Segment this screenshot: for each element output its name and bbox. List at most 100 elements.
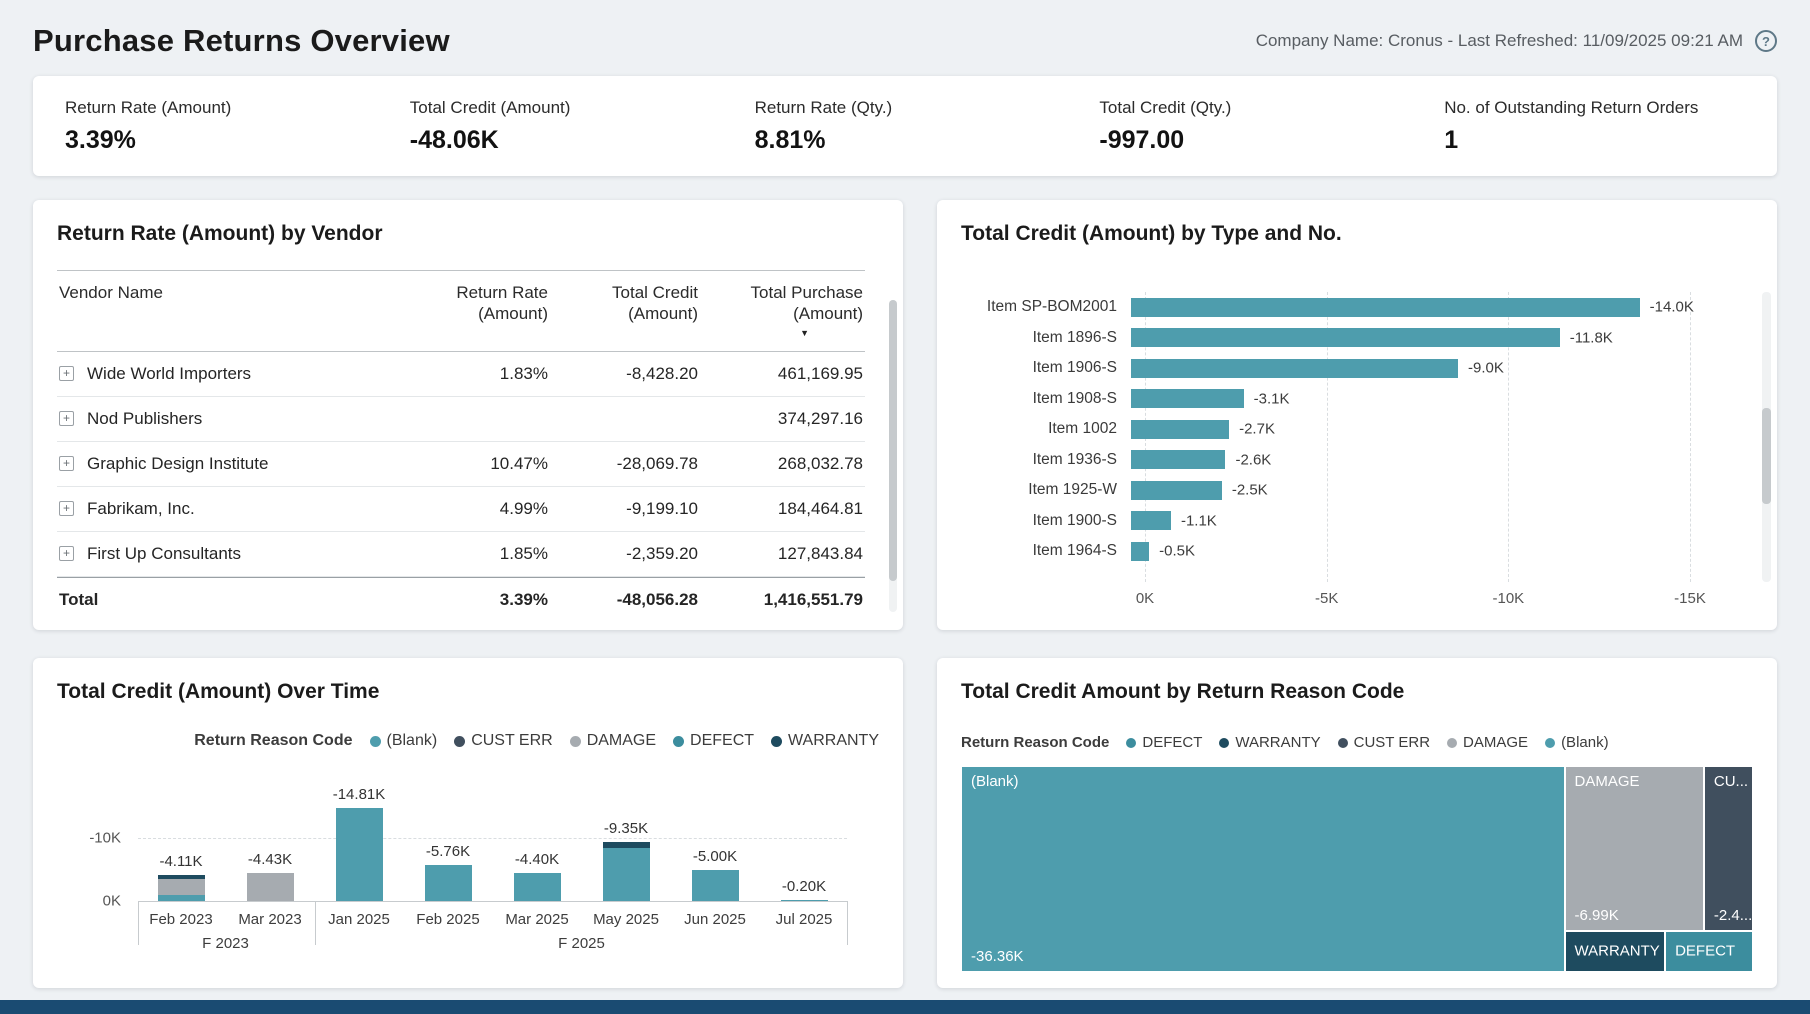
legend-label: DAMAGE xyxy=(1463,734,1528,751)
credit-over-time-card: Total Credit (Amount) Over Time Return R… xyxy=(33,658,903,988)
bar-row-item-1002: Item 1002-2.7K xyxy=(961,414,1747,445)
value-cell: 4.99% xyxy=(415,487,550,532)
table-row-graphic-design-institute[interactable]: +Graphic Design Institute10.47%-28,069.7… xyxy=(57,442,865,487)
column-segment-jul-2025-blank[interactable] xyxy=(781,900,828,901)
kpi-tile-total-credit-qty[interactable]: Total Credit (Qty.)-997.00 xyxy=(1077,98,1422,155)
column-segment-feb-2023-blank[interactable] xyxy=(158,895,205,901)
table-total-row: Total3.39%-48,056.281,416,551.79 xyxy=(57,577,865,622)
credit-by-item-scrollbar[interactable] xyxy=(1762,292,1771,582)
column-segment-may-2025-warranty[interactable] xyxy=(603,842,650,848)
company-refresh-meta: Company Name: Cronus - Last Refreshed: 1… xyxy=(1256,31,1743,51)
column-segment-jan-2025-blank[interactable] xyxy=(336,808,383,901)
legend-dot xyxy=(1447,738,1457,748)
treemap-node-defect[interactable]: DEFECT xyxy=(1666,932,1752,971)
table-row-wide-world-importers[interactable]: +Wide World Importers1.83%-8,428.20461,1… xyxy=(57,352,865,397)
legend-item-defect[interactable]: DEFECT xyxy=(1126,734,1202,751)
value-cell: 1.85% xyxy=(415,532,550,577)
bar-item-1964-s[interactable] xyxy=(1131,542,1149,561)
x-axis-group-label: F 2025 xyxy=(522,935,642,952)
bar-item-1908-s[interactable] xyxy=(1131,389,1244,408)
bar-item-1906-s[interactable] xyxy=(1131,359,1458,378)
x-axis-category-label: Mar 2023 xyxy=(224,911,316,928)
table-row-fabrikam-inc[interactable]: +Fabrikam, Inc.4.99%-9,199.10184,464.81 xyxy=(57,487,865,532)
legend-title: Return Reason Code xyxy=(961,734,1109,751)
vendor-cell: + Wide World Importers xyxy=(57,352,415,397)
column-segment-feb-2023-damage[interactable] xyxy=(158,879,205,895)
kpi-value: 3.39% xyxy=(65,126,388,155)
treemap-node-damage[interactable]: DAMAGE-6.99K xyxy=(1566,767,1703,930)
category-label: Item 1936-S xyxy=(961,451,1131,469)
legend-label: WARRANTY xyxy=(1235,734,1320,751)
expand-icon[interactable]: + xyxy=(59,411,74,426)
column-segment-jun-2025-blank[interactable] xyxy=(692,870,739,902)
legend-item-damage[interactable]: DAMAGE xyxy=(1447,734,1528,751)
y-gridline xyxy=(138,838,847,839)
expand-icon[interactable]: + xyxy=(59,501,74,516)
expand-icon[interactable]: + xyxy=(59,366,74,381)
bar-item-1925-w[interactable] xyxy=(1131,481,1222,500)
column-segment-feb-2025-blank[interactable] xyxy=(425,865,472,901)
bar-zone: -3.1K xyxy=(1131,389,1747,408)
treemap-node-blank[interactable]: (Blank)-36.36K xyxy=(962,767,1564,971)
bar-item-1936-s[interactable] xyxy=(1131,450,1225,469)
x-axis-tick: -5K xyxy=(1315,590,1338,607)
bar-value-label: -1.1K xyxy=(1181,512,1217,529)
legend-item-cust-err[interactable]: CUST ERR xyxy=(1338,734,1430,751)
kpi-label: Total Credit (Amount) xyxy=(410,98,733,118)
kpi-tile-no-of-outstanding-return-orders[interactable]: No. of Outstanding Return Orders1 xyxy=(1422,98,1767,155)
bottom-nav-bar[interactable] xyxy=(0,1000,1810,1014)
credit-by-item-chart: Item SP-BOM2001-14.0KItem 1896-S-11.8KIt… xyxy=(961,292,1747,602)
bar-item-1002[interactable] xyxy=(1131,420,1229,439)
total-value-cell: -48,056.28 xyxy=(550,577,700,622)
page-title: Purchase Returns Overview xyxy=(33,23,450,59)
column-segment-mar-2025-blank[interactable] xyxy=(514,873,561,901)
table-row-first-up-consultants[interactable]: +First Up Consultants1.85%-2,359.20127,8… xyxy=(57,532,865,577)
legend-dot xyxy=(1219,738,1229,748)
expand-icon[interactable]: + xyxy=(59,456,74,471)
legend-dot xyxy=(1545,738,1555,748)
bar-item-1896-s[interactable] xyxy=(1131,328,1560,347)
kpi-tile-total-credit-amount[interactable]: Total Credit (Amount)-48.06K xyxy=(388,98,733,155)
legend-label: DEFECT xyxy=(1142,734,1202,751)
column-header-return-rate[interactable]: Return Rate(Amount) xyxy=(415,271,550,351)
legend-item-warranty[interactable]: WARRANTY xyxy=(1219,734,1320,751)
column-segment-may-2025-blank[interactable] xyxy=(603,848,650,901)
bar-value-label: -2.7K xyxy=(1239,421,1275,438)
bar-value-label: -9.0K xyxy=(1468,360,1504,377)
legend-label: CUST ERR xyxy=(1354,734,1430,751)
credit-by-item-title: Total Credit (Amount) by Type and No. xyxy=(961,222,1753,246)
column-segment-feb-2023-warranty[interactable] xyxy=(158,875,205,879)
x-axis-category-label: Feb 2025 xyxy=(402,911,494,928)
bar-zone: -2.6K xyxy=(1131,450,1747,469)
column-header-total-credit[interactable]: Total Credit(Amount) xyxy=(550,271,700,351)
column-header-line1: Vendor Name xyxy=(59,282,413,303)
column-total-label: -5.00K xyxy=(670,848,760,865)
bar-row-item-sp-bom2001: Item SP-BOM2001-14.0K xyxy=(961,292,1747,323)
bar-item-sp-bom2001[interactable] xyxy=(1131,298,1640,317)
column-header-line1: Return Rate xyxy=(417,282,548,303)
kpi-tile-return-rate-qty[interactable]: Return Rate (Qty.)8.81% xyxy=(733,98,1078,155)
column-segment-mar-2023-damage[interactable] xyxy=(247,873,294,901)
legend-item-blank[interactable]: (Blank) xyxy=(1545,734,1609,751)
scrollbar-thumb[interactable] xyxy=(889,300,897,581)
category-label: Item 1964-S xyxy=(961,542,1131,560)
bar-item-1900-s[interactable] xyxy=(1131,511,1171,530)
treemap-node-warranty[interactable]: WARRANTY xyxy=(1566,932,1665,971)
category-label: Item SP-BOM2001 xyxy=(961,298,1131,316)
table-row-nod-publishers[interactable]: +Nod Publishers374,297.16 xyxy=(57,397,865,442)
x-axis-tick: -15K xyxy=(1674,590,1706,607)
x-axis-category-label: Jul 2025 xyxy=(758,911,850,928)
expand-icon[interactable]: + xyxy=(59,546,74,561)
help-icon[interactable]: ? xyxy=(1755,30,1777,52)
treemap-node-value: -36.36K xyxy=(971,948,1024,965)
value-cell: 461,169.95 xyxy=(700,352,865,397)
category-label: Item 1906-S xyxy=(961,359,1131,377)
kpi-tile-return-rate-amount[interactable]: Return Rate (Amount)3.39% xyxy=(43,98,388,155)
column-header-total-purchase[interactable]: Total Purchase(Amount)▼ xyxy=(700,271,865,351)
treemap-node-label: DEFECT xyxy=(1675,943,1735,960)
scrollbar-thumb[interactable] xyxy=(1762,408,1771,504)
vendor-table-scrollbar[interactable] xyxy=(889,300,897,612)
column-header-vendor-name[interactable]: Vendor Name xyxy=(57,271,415,351)
vendor-name: Wide World Importers xyxy=(87,364,251,384)
treemap-node-cu[interactable]: CU...-2.4... xyxy=(1705,767,1752,930)
